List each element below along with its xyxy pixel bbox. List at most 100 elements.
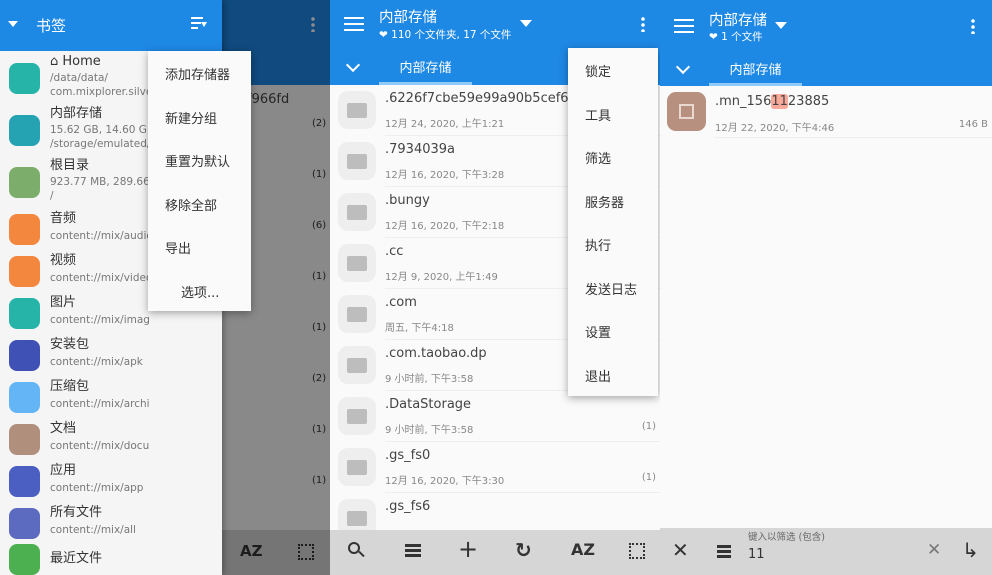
bookmark-title: 最近文件: [50, 551, 103, 566]
file-icon: [9, 507, 40, 539]
filter-input[interactable]: 11: [748, 547, 928, 563]
file-name: .mn_1561123885: [715, 94, 830, 109]
location-title[interactable]: 内部存储: [379, 6, 437, 27]
bookmark-path: /storage/emulated/0: [50, 138, 150, 150]
location-title[interactable]: 内部存储: [709, 9, 767, 30]
phone-icon: [9, 166, 40, 198]
menu-item[interactable]: 服务器: [568, 192, 658, 211]
bookmark-title: 压缩包: [50, 379, 90, 394]
bookmark-subtitle: content://mix/app: [50, 482, 144, 494]
more-icon[interactable]: [971, 18, 975, 34]
tab-internal-storage[interactable]: 内部存储: [709, 59, 802, 86]
heart-icon: [9, 62, 40, 94]
folder-icon: [338, 295, 376, 333]
folder-icon: [338, 397, 376, 435]
clock-icon: [9, 544, 40, 575]
bookmark-title: 应用: [50, 463, 77, 478]
sort-button[interactable]: AZ: [571, 540, 595, 560]
bookmark-title: 所有文件: [50, 505, 103, 520]
bookmark-subtitle: 15.62 GB, 14.60 GB: [50, 124, 150, 136]
play-icon: [9, 255, 40, 287]
menu-icon[interactable]: [344, 17, 364, 31]
menu-item[interactable]: 工具: [568, 105, 658, 124]
folder-icon: [338, 91, 376, 129]
filter-bar: ✕ 键入以筛选 (包含) 11 ✕ ↳: [660, 528, 992, 575]
collapse-icon[interactable]: [675, 59, 691, 75]
file-row[interactable]: .gs_fs0 12月 16, 2020, 下午3:30 (1): [330, 442, 660, 493]
tab-internal-storage[interactable]: 内部存储: [379, 57, 472, 85]
menu-item[interactable]: 移除全部: [148, 195, 251, 214]
bookmark-title: 音频: [50, 211, 77, 226]
bookmark-subtitle: content://mix/video: [50, 272, 150, 284]
document-icon: [9, 423, 40, 455]
music-icon: [9, 213, 40, 245]
menu-item[interactable]: 新建分组: [148, 108, 251, 127]
file-name: .6226f7cbe59e99a90b5cef6fd: [385, 91, 582, 106]
drawer-title: 书签: [36, 17, 67, 35]
folder-icon: [338, 142, 376, 180]
folder-icon: [338, 448, 376, 486]
menu-item[interactable]: 设置: [568, 322, 658, 341]
bookmark-item[interactable]: 所有文件 content://mix/all: [0, 502, 222, 544]
menu-item[interactable]: 退出: [568, 366, 658, 385]
filter-mode-icon[interactable]: [717, 545, 731, 559]
bottom-toolbar: + ↻ AZ: [330, 530, 660, 575]
filter-panel: 内部存储 ❤ 1 个文件 内部存储 .mn_1561123885 12月 22,…: [660, 0, 992, 575]
file-row[interactable]: .mn_1561123885 12月 22, 2020, 下午4:46 146 …: [660, 86, 992, 138]
file-name: .com: [385, 295, 417, 310]
more-icon[interactable]: [641, 16, 645, 32]
menu-item[interactable]: 锁定: [568, 61, 658, 80]
bookmark-subtitle: 923.77 MB, 289.66 MB: [50, 176, 150, 188]
file-date: 12月 9, 2020, 上午1:49: [385, 272, 498, 283]
bookmark-item[interactable]: 安装包 content://mix/apk: [0, 334, 222, 376]
bookmark-path: com.mixplorer.silver: [50, 86, 150, 98]
enter-icon[interactable]: ↳: [962, 538, 979, 562]
file-name: .DataStorage: [385, 397, 472, 412]
refresh-icon[interactable]: ↻: [515, 538, 532, 562]
bookmark-title: ⌂ Home: [50, 54, 101, 69]
file-name: .gs_fs6: [385, 499, 431, 514]
dropdown-icon[interactable]: [520, 20, 532, 27]
file-count: (1): [641, 421, 656, 432]
select-all-icon[interactable]: [629, 543, 645, 559]
dropdown-icon[interactable]: [8, 21, 18, 27]
bookmark-item[interactable]: 最近文件: [0, 544, 222, 575]
close-icon[interactable]: ✕: [672, 538, 689, 562]
menu-item[interactable]: 重置为默认: [148, 151, 251, 170]
file-row[interactable]: .DataStorage 9 小时前, 下午3:58 (1): [330, 391, 660, 442]
sort-list-icon[interactable]: [191, 17, 207, 31]
collapse-icon[interactable]: [345, 57, 361, 73]
menu-item[interactable]: 发送日志: [568, 279, 658, 298]
bookmark-subtitle: content://mix/apk: [50, 356, 143, 368]
file-date: 周五, 下午4:18: [385, 323, 454, 334]
bookmarks-panel: f966fd (2) (1) (6) (1) (1) (2) (1) (1) AZ 书签 ⌂ …: [0, 0, 330, 575]
menu-item[interactable]: 选项...: [148, 282, 251, 301]
bookmark-subtitle: content://mix/archive: [50, 398, 150, 410]
folder-icon: [338, 193, 376, 231]
bookmark-subtitle: content://mix/audio: [50, 230, 150, 242]
folder-summary: ❤ 110 个文件夹, 17 个文件: [379, 29, 512, 41]
menu-item[interactable]: 添加存储器: [148, 64, 251, 83]
file-date: 9 小时前, 下午3:58: [385, 425, 474, 436]
menu-icon[interactable]: [674, 19, 694, 33]
menu-item[interactable]: 执行: [568, 235, 658, 254]
add-icon[interactable]: +: [458, 535, 478, 563]
bookmark-item[interactable]: 压缩包 content://mix/archive: [0, 376, 222, 418]
image-icon: [9, 297, 40, 329]
bookmark-title: 安装包: [50, 337, 90, 352]
sd-card-icon: [9, 114, 40, 146]
bookmark-title: 根目录: [50, 158, 90, 173]
bookmark-subtitle: content://mix/all: [50, 524, 136, 536]
menu-item[interactable]: 导出: [148, 238, 251, 257]
android-icon: [9, 339, 40, 371]
clear-icon[interactable]: ✕: [927, 540, 941, 560]
file-size: 146 B: [958, 119, 988, 130]
dropdown-icon[interactable]: [775, 22, 787, 29]
bookmark-item[interactable]: 应用 content://mix/app: [0, 460, 222, 502]
menu-item[interactable]: 筛选: [568, 148, 658, 167]
file-name: .cc: [385, 244, 404, 259]
view-list-icon[interactable]: [405, 544, 421, 558]
bookmark-item[interactable]: 文档 content://mix/document: [0, 418, 222, 460]
bookmark-path: /: [50, 190, 54, 202]
bookmark-title: 图片: [50, 295, 77, 310]
